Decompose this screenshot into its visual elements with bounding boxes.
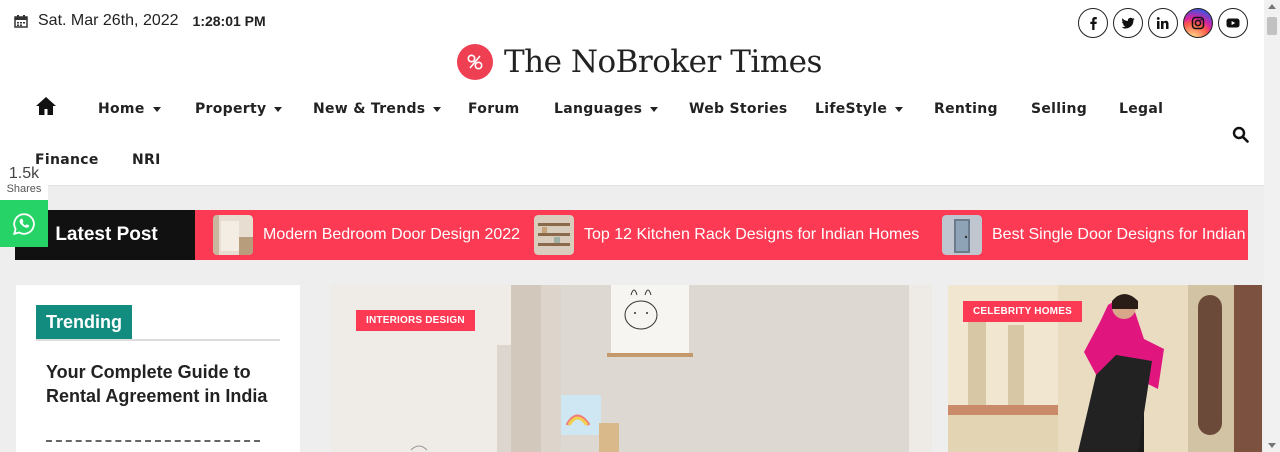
ticker-item[interactable]: Top 12 Kitchen Rack Designs for Indian H… (534, 215, 919, 255)
category-badge[interactable]: INTERIORS DESIGN (356, 310, 475, 331)
current-time: 1:28:01 PM (192, 13, 266, 29)
date-time-bar: Sat. Mar 26th, 2022 1:28:01 PM (14, 12, 266, 30)
current-date: Sat. Mar 26th, 2022 (38, 12, 179, 29)
divider (36, 339, 280, 341)
side-post-card[interactable]: CELEBRITY HOMES (948, 285, 1262, 452)
nav-lifestyle[interactable]: LifeStyle (815, 101, 904, 117)
youtube-icon[interactable] (1218, 8, 1248, 38)
divider (46, 440, 260, 442)
category-badge[interactable]: CELEBRITY HOMES (963, 301, 1082, 322)
post-thumbnail (213, 215, 253, 255)
site-header: Sat. Mar 26th, 2022 1:28:01 PM The NoBro… (0, 0, 1264, 186)
search-icon[interactable] (1232, 126, 1249, 143)
home-icon[interactable] (35, 96, 57, 116)
post-thumbnail (942, 215, 982, 255)
trending-heading: Trending (36, 305, 132, 340)
trending-widget: Trending Your Complete Guide to Rental A… (16, 285, 300, 452)
share-label: Shares (6, 183, 42, 195)
whatsapp-icon (13, 212, 35, 235)
trending-post-title[interactable]: Your Complete Guide to Rental Agreement … (46, 360, 276, 408)
nav-selling[interactable]: Selling (1031, 101, 1087, 117)
linkedin-icon[interactable] (1148, 8, 1178, 38)
share-count: 1.5k (8, 165, 40, 182)
ticker-item[interactable]: Best Single Door Designs for Indian (942, 215, 1245, 255)
site-title: The NoBroker Times (504, 44, 822, 80)
nav-languages[interactable]: Languages (554, 101, 659, 117)
social-links (1078, 8, 1248, 38)
nav-web-stories[interactable]: Web Stories (689, 101, 788, 117)
scroll-up-icon[interactable] (1268, 4, 1276, 9)
nav-renting[interactable]: Renting (934, 101, 998, 117)
featured-post-card[interactable]: INTERIORS DESIGN (331, 285, 932, 452)
instagram-icon[interactable] (1183, 8, 1213, 38)
post-thumbnail (534, 215, 574, 255)
nav-news-trends[interactable]: New & Trends (313, 101, 442, 117)
site-logo[interactable]: The NoBroker Times (457, 44, 822, 80)
twitter-icon[interactable] (1113, 8, 1143, 38)
nav-home[interactable]: Home (98, 101, 161, 117)
scroll-down-icon[interactable] (1268, 443, 1276, 448)
ticker-item[interactable]: Modern Bedroom Door Design 2022 (213, 215, 520, 255)
facebook-icon[interactable] (1078, 8, 1108, 38)
latest-post-ticker: :Latest Post Modern Bedroom Door Design … (15, 210, 1248, 260)
nav-nri[interactable]: NRI (132, 152, 161, 168)
nav-legal[interactable]: Legal (1119, 101, 1163, 117)
main-navigation: Home Property New & Trends Forum Languag… (0, 92, 1264, 182)
whatsapp-share-button[interactable] (0, 200, 48, 247)
scroll-thumb[interactable] (1267, 17, 1277, 35)
share-counter: 1.5k Shares (0, 165, 48, 201)
nav-property[interactable]: Property (195, 101, 283, 117)
brand-mark-icon (457, 44, 493, 80)
calendar-icon (14, 15, 28, 28)
nav-forum[interactable]: Forum (468, 101, 520, 117)
vertical-scrollbar[interactable] (1264, 0, 1280, 452)
